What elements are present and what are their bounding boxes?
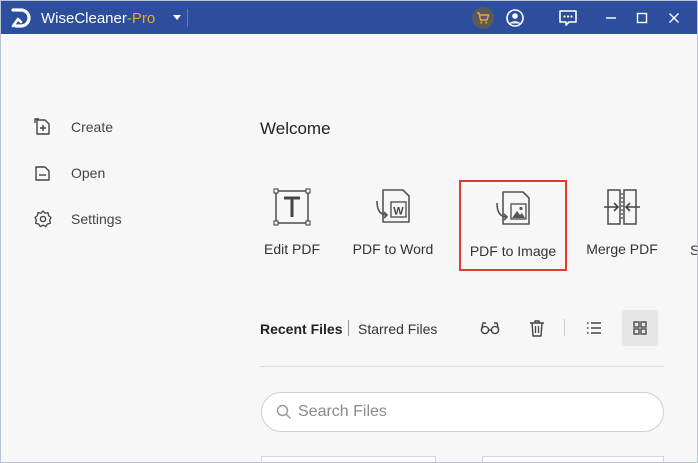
edit-pdf-button[interactable]: Edit PDF	[237, 187, 347, 267]
sidebar-item-label: Create	[71, 119, 114, 135]
pdf-to-word-icon: W	[376, 189, 410, 223]
tool-label: Merge PDF	[586, 241, 658, 257]
chevron-down-icon[interactable]	[173, 15, 181, 20]
app-title: WiseCleaner-Pro	[41, 10, 155, 27]
minimize-icon	[606, 17, 616, 19]
tab-starred-files[interactable]: Starred Files	[358, 321, 437, 337]
minimize-button[interactable]	[599, 6, 623, 30]
tab-divider	[348, 320, 349, 336]
app-pro-suffix: -Pro	[126, 10, 156, 27]
sidebar-item-settings[interactable]: Settings	[33, 208, 122, 230]
sidebar-item-label: Open	[71, 165, 106, 181]
svg-text:W: W	[393, 206, 404, 218]
maximize-button[interactable]	[630, 6, 654, 30]
page-title: Welcome	[260, 119, 331, 138]
folder-icon	[35, 166, 50, 181]
search-icon	[276, 404, 291, 419]
app-window: WiseCleaner-Pro Create Open Settings Wel…	[0, 0, 698, 463]
edit-pdf-icon	[273, 188, 311, 226]
search-input[interactable]	[298, 401, 638, 423]
toolbar-divider	[564, 319, 565, 336]
pdf-to-image-icon	[496, 191, 530, 225]
tool-label: PDF to Word	[352, 241, 434, 257]
delete-button[interactable]	[526, 317, 548, 339]
pdf-to-word-button[interactable]: W PDF to Word	[338, 187, 448, 267]
app-logo-icon	[11, 8, 31, 28]
list-icon	[587, 322, 601, 334]
merge-pdf-icon	[604, 189, 640, 225]
section-divider	[260, 366, 664, 367]
tool-more-label: S	[690, 242, 697, 258]
list-view-button[interactable]	[583, 317, 605, 339]
file-card[interactable]	[261, 456, 436, 462]
cart-icon	[477, 12, 490, 24]
sidebar-item-label: Settings	[71, 211, 122, 227]
tab-recent-files[interactable]: Recent Files	[260, 321, 342, 337]
create-icon	[34, 118, 50, 135]
feedback-icon	[559, 10, 577, 26]
pdf-to-image-button[interactable]: PDF to Image	[459, 180, 567, 271]
file-card[interactable]	[482, 456, 664, 462]
trash-icon	[530, 320, 544, 337]
titlebar-divider	[187, 9, 188, 27]
title-bar: WiseCleaner-Pro	[1, 1, 697, 34]
user-icon	[506, 9, 524, 27]
grid-icon	[633, 321, 647, 335]
sidebar-item-create[interactable]: Create	[33, 116, 113, 138]
app-name: WiseCleaner	[41, 10, 127, 27]
feedback-button[interactable]	[557, 7, 579, 29]
search-box[interactable]	[261, 392, 664, 432]
tool-label: Edit PDF	[263, 241, 320, 257]
merge-pdf-button[interactable]: Merge PDF	[567, 187, 677, 267]
close-icon	[669, 13, 679, 23]
sidebar-item-open[interactable]: Open	[33, 162, 105, 184]
preview-button[interactable]	[479, 317, 501, 339]
cart-button[interactable]	[472, 7, 494, 29]
close-button[interactable]	[662, 6, 686, 30]
user-button[interactable]	[504, 7, 526, 29]
gear-icon	[34, 210, 52, 228]
tool-label: PDF to Image	[469, 243, 557, 259]
glasses-icon	[480, 322, 500, 335]
sidebar: Create Open Settings	[1, 34, 201, 462]
maximize-icon	[636, 12, 648, 24]
grid-view-button[interactable]	[622, 310, 658, 346]
